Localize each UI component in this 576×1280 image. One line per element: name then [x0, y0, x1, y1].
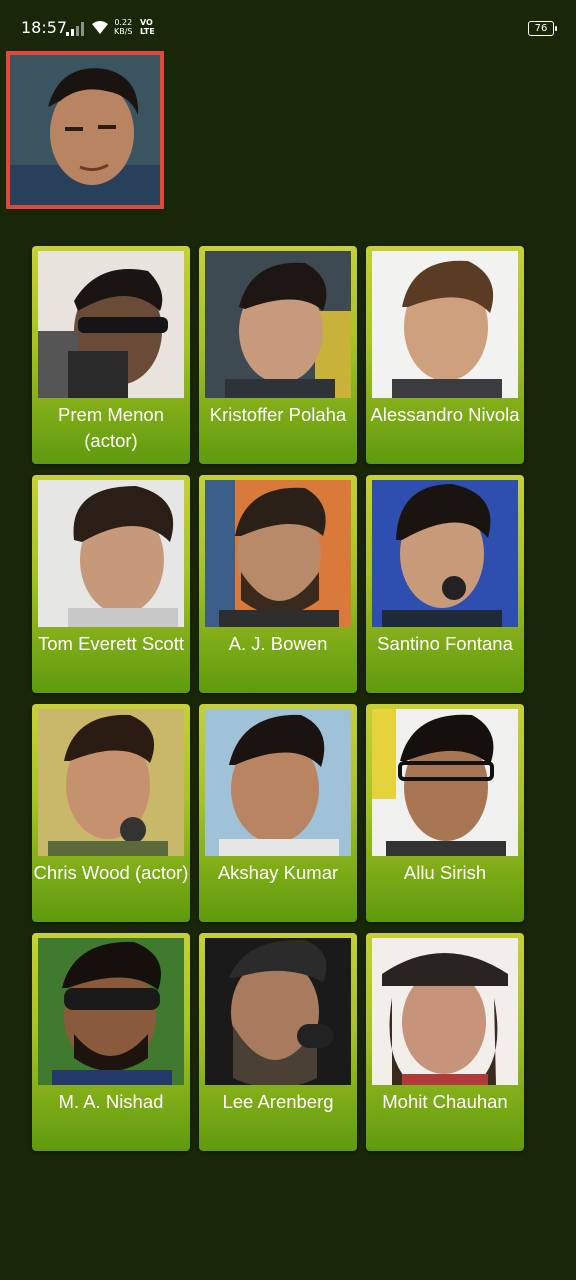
card-name: Prem Menon (actor)	[58, 404, 164, 451]
face-photo	[205, 709, 351, 856]
answer-card[interactable]: Akshay Kumar	[199, 704, 357, 922]
face-photo	[205, 251, 351, 398]
card-name: Kristoffer Polaha	[209, 404, 347, 425]
net-speed: 0.22 KB/S	[114, 18, 133, 36]
card-name: M. A. Nishad	[58, 1091, 164, 1112]
face-photo	[38, 938, 184, 1085]
card-name: Allu Sirish	[403, 862, 487, 883]
card-name: Santino Fontana	[377, 633, 513, 654]
answer-card[interactable]: A. J. Bowen	[199, 475, 357, 693]
face-photo	[38, 480, 184, 627]
battery-icon: 76	[528, 21, 557, 36]
card-name: Lee Arenberg	[222, 1091, 334, 1112]
face-photo	[372, 480, 518, 627]
status-time: 18:57	[21, 18, 68, 37]
wifi-icon	[92, 21, 108, 34]
face-photo	[38, 709, 184, 856]
target-face-photo	[6, 51, 164, 209]
face-photo	[372, 709, 518, 856]
face-photo	[205, 938, 351, 1085]
card-name: Chris Wood (actor)	[33, 862, 189, 883]
answer-card[interactable]: Lee Arenberg	[199, 933, 357, 1151]
face-photo	[372, 251, 518, 398]
answer-card[interactable]: Prem Menon (actor)	[32, 246, 190, 464]
card-name: Alessandro Nivola	[370, 404, 520, 425]
answer-card[interactable]: Alessandro Nivola	[366, 246, 524, 464]
volte-indicator: VO LTE	[140, 18, 155, 36]
card-name: Tom Everett Scott	[38, 633, 184, 654]
answer-card[interactable]: Chris Wood (actor)	[32, 704, 190, 922]
answer-card[interactable]: Allu Sirish	[366, 704, 524, 922]
answer-card[interactable]: Kristoffer Polaha	[199, 246, 357, 464]
answer-card[interactable]: Tom Everett Scott	[32, 475, 190, 693]
answer-card[interactable]: M. A. Nishad	[32, 933, 190, 1151]
face-photo	[372, 938, 518, 1085]
answer-card[interactable]: Santino Fontana	[366, 475, 524, 693]
signal-icon	[66, 22, 84, 36]
card-name: Mohit Chauhan	[382, 1091, 508, 1112]
status-bar: 18:57 0.22 KB/S VO LTE 76	[0, 0, 576, 56]
card-name: A. J. Bowen	[228, 633, 328, 654]
face-photo	[38, 251, 184, 398]
card-name: Akshay Kumar	[217, 862, 339, 883]
face-photo	[205, 480, 351, 627]
answer-card[interactable]: Mohit Chauhan	[366, 933, 524, 1151]
